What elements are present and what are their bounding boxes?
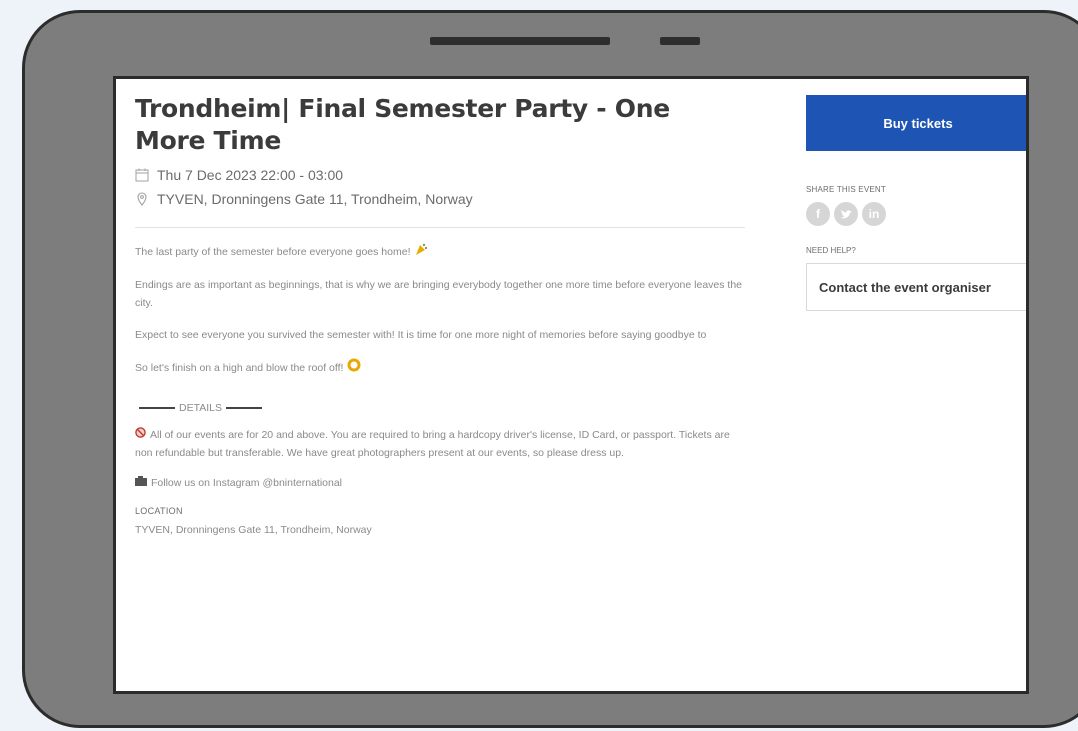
event-sidebar: Buy tickets SHARE THIS EVENT f in NEED H… xyxy=(806,95,1026,311)
no-under-age-icon xyxy=(135,426,146,444)
calendar-icon xyxy=(135,168,149,182)
tablet-screen: Trondheim| Final Semester Party - One Mo… xyxy=(113,76,1029,694)
description-paragraph: Follow us on Instagram @bninternational xyxy=(135,474,745,492)
facebook-icon[interactable]: f xyxy=(806,202,830,226)
camera-icon xyxy=(135,474,147,492)
event-location: TYVEN, Dronningens Gate 11, Trondheim, N… xyxy=(135,191,745,207)
buy-tickets-button[interactable]: Buy tickets xyxy=(806,95,1026,151)
social-share-row: f in xyxy=(806,202,1026,226)
event-datetime: Thu 7 Dec 2023 22:00 - 03:00 xyxy=(157,167,344,183)
location-label: LOCATION xyxy=(135,506,183,517)
need-help-label: NEED HELP? xyxy=(806,246,856,255)
event-location-text: TYVEN, Dronningens Gate 11, Trondheim, N… xyxy=(157,191,473,207)
tablet-camera xyxy=(660,37,700,45)
location-address: TYVEN, Dronningens Gate 11, Trondheim, N… xyxy=(135,524,372,537)
details-heading: DETAILS xyxy=(135,402,745,414)
event-date: Thu 7 Dec 2023 22:00 - 03:00 xyxy=(135,167,745,183)
linkedin-icon[interactable]: in xyxy=(862,202,886,226)
map-pin-icon xyxy=(135,192,149,206)
twitter-icon[interactable] xyxy=(834,202,858,226)
description-paragraph: All of our events are for 20 and above. … xyxy=(135,426,745,462)
share-label: SHARE THIS EVENT xyxy=(806,185,886,194)
description-paragraph: Expect to see everyone you survived the … xyxy=(135,329,707,341)
description-paragraph: So let's finish on a high and blow the r… xyxy=(135,358,745,378)
description-paragraph: Endings are as important as beginnings, … xyxy=(135,279,743,309)
event-main: Trondheim| Final Semester Party - One Mo… xyxy=(135,93,745,536)
party-popper-icon xyxy=(414,242,428,262)
event-description: The last party of the semester before ev… xyxy=(135,242,745,492)
tablet-frame: Trondheim| Final Semester Party - One Mo… xyxy=(22,10,1078,728)
contact-organiser-button[interactable]: Contact the event organiser xyxy=(806,263,1026,311)
sparkle-icon xyxy=(347,358,361,378)
tablet-speaker xyxy=(430,37,610,45)
event-title: Trondheim| Final Semester Party - One Mo… xyxy=(135,94,670,155)
description-paragraph: The last party of the semester before ev… xyxy=(135,242,745,262)
divider xyxy=(135,227,745,228)
